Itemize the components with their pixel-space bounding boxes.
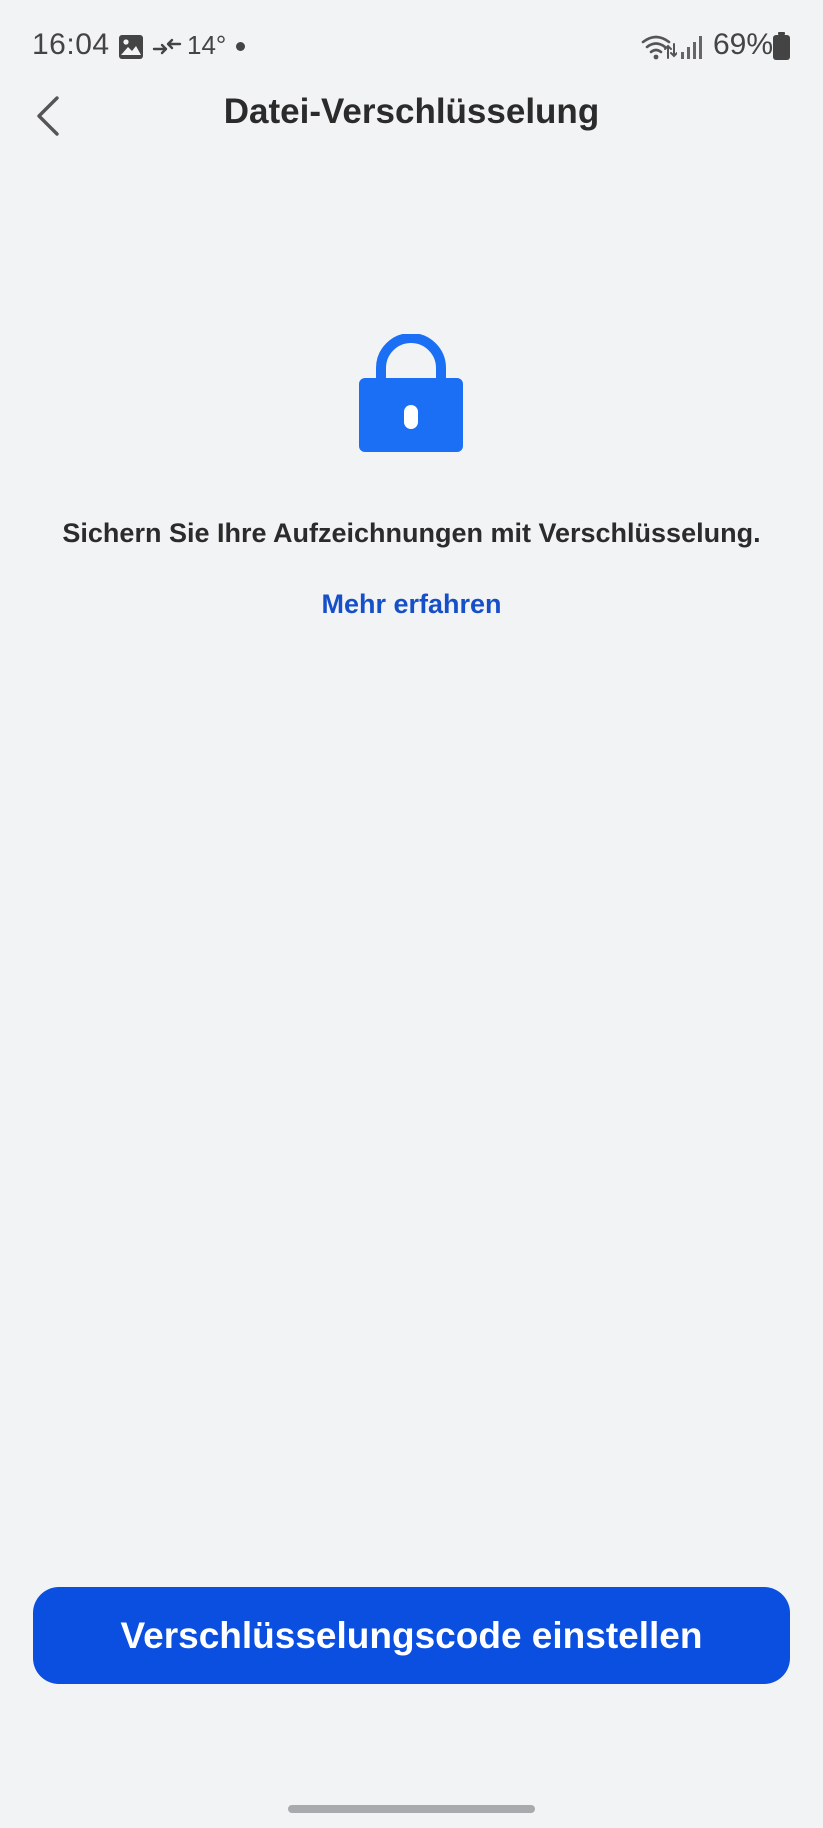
lock-icon bbox=[359, 334, 463, 452]
notification-dot-icon bbox=[236, 42, 245, 51]
page-title: Datei-Verschlüsselung bbox=[223, 92, 600, 131]
wifi-icon bbox=[641, 35, 677, 60]
gallery-icon bbox=[119, 35, 143, 59]
battery-icon bbox=[773, 32, 790, 60]
description-text: Sichern Sie Ihre Aufzeichnungen mit Vers… bbox=[62, 518, 761, 548]
status-bar: 16:04 14° 69% bbox=[0, 0, 823, 96]
home-indicator[interactable] bbox=[288, 1805, 535, 1813]
status-temperature: 14° bbox=[187, 30, 227, 60]
set-encryption-code-button[interactable]: Verschlüsselungscode einstellen bbox=[33, 1587, 790, 1684]
signal-icon bbox=[681, 36, 702, 59]
sync-arrows-icon bbox=[152, 38, 182, 55]
learn-more-link[interactable]: Mehr erfahren bbox=[0, 589, 823, 620]
battery-percent: 69% bbox=[713, 28, 774, 61]
status-time: 16:04 bbox=[32, 28, 110, 61]
